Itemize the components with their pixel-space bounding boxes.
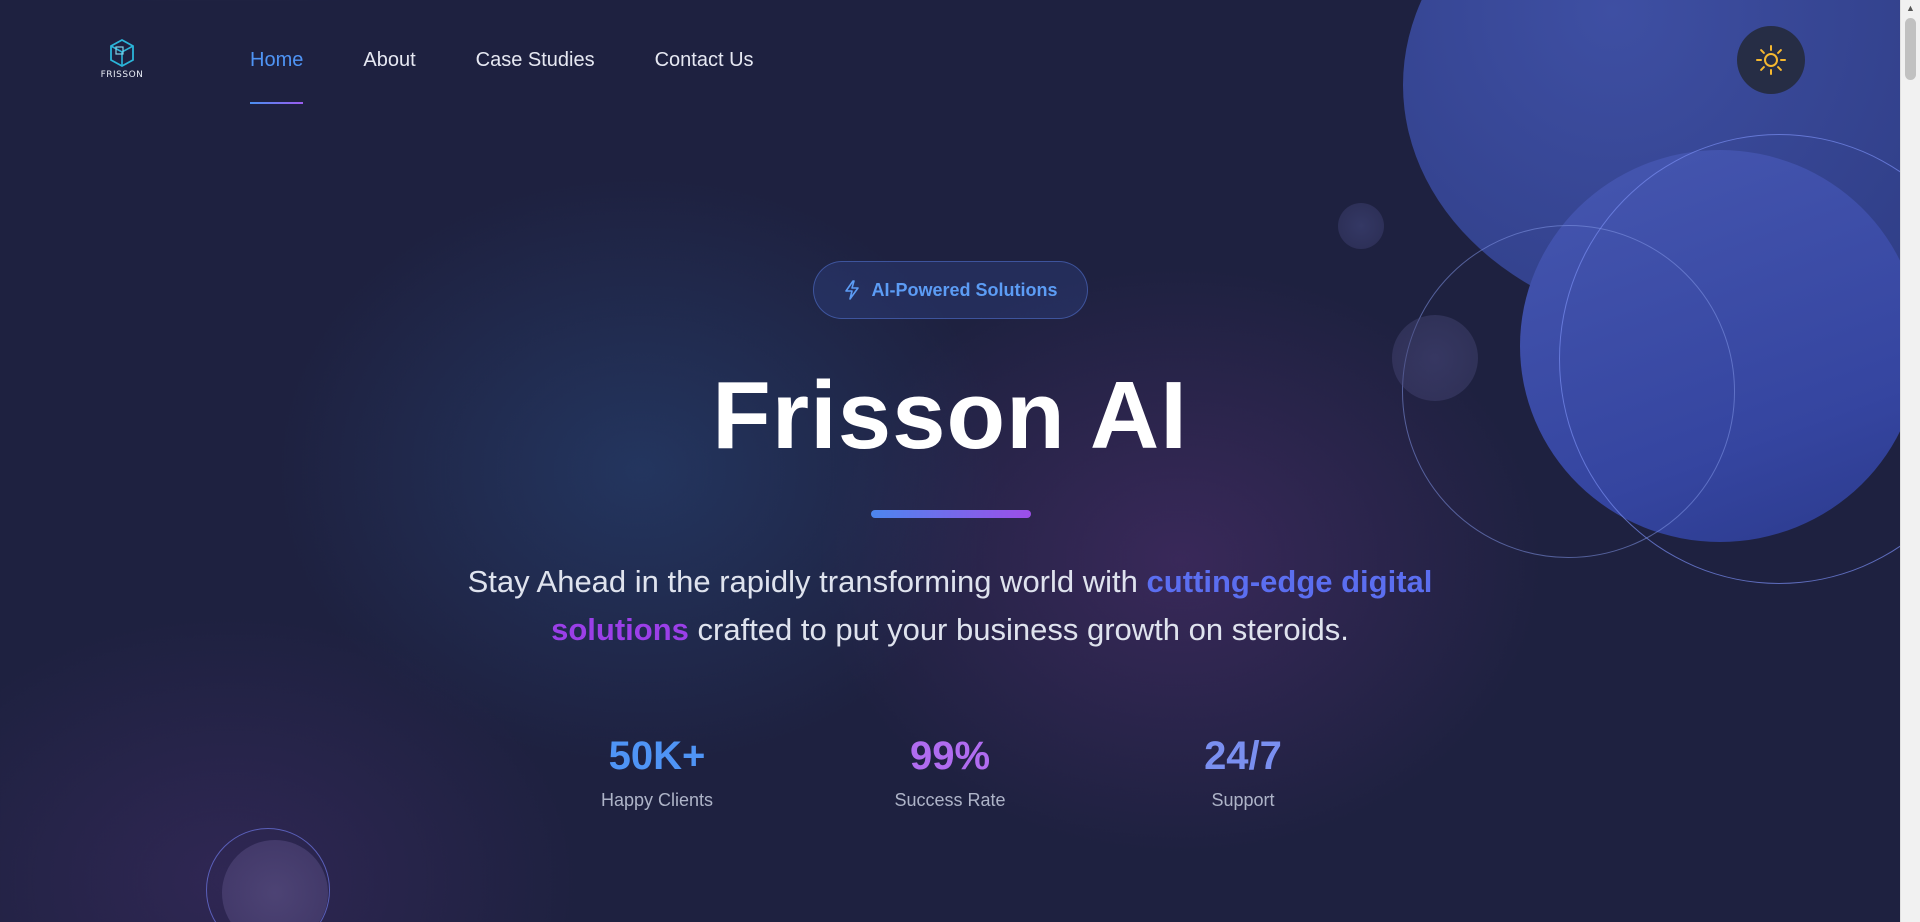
stat-label: Happy Clients bbox=[600, 790, 714, 810]
main-nav: Home About Case Studies Contact Us bbox=[250, 46, 814, 106]
title-underline bbox=[871, 510, 1031, 518]
stat-happy-clients: 50K+ Happy Clients bbox=[557, 730, 757, 811]
stat-label: Support bbox=[1211, 790, 1275, 810]
decorative-orb-large bbox=[1403, 0, 1920, 330]
subtitle-highlight-end: solutions bbox=[551, 612, 689, 647]
brand-name: FRISSON bbox=[100, 70, 144, 80]
scrollbar-thumb[interactable] bbox=[1905, 18, 1916, 80]
frisson-cube-logo-icon bbox=[110, 38, 134, 68]
stat-value: 50K+ bbox=[608, 734, 706, 778]
brand-logo[interactable]: FRISSON bbox=[96, 38, 148, 84]
decorative-ring-bottom bbox=[206, 828, 330, 922]
scroll-up-arrow-icon[interactable]: ▲ bbox=[1901, 0, 1920, 17]
sun-icon bbox=[1756, 45, 1786, 75]
decorative-bubble-small bbox=[1338, 203, 1384, 249]
lightning-icon bbox=[845, 280, 860, 300]
badge-label: AI-Powered Solutions bbox=[871, 279, 1058, 300]
subtitle-text-end: crafted to put your business growth on s… bbox=[697, 612, 1349, 647]
nav-item-case-studies[interactable]: Case Studies bbox=[476, 46, 595, 106]
subtitle-text-start: Stay Ahead in the rapidly transforming w… bbox=[467, 564, 1138, 599]
decorative-bubble-bottom bbox=[222, 840, 328, 922]
hero-subtitle: Stay Ahead in the rapidly transforming w… bbox=[430, 558, 1470, 654]
stat-support: 24/7 Support bbox=[1143, 730, 1343, 811]
stat-value: 24/7 bbox=[1204, 734, 1282, 778]
stat-value: 99% bbox=[909, 734, 991, 778]
ai-solutions-badge: AI-Powered Solutions bbox=[813, 261, 1088, 319]
stat-success-rate: 99% Success Rate bbox=[850, 730, 1050, 811]
nav-item-contact-us[interactable]: Contact Us bbox=[655, 46, 754, 106]
stat-label: Success Rate bbox=[894, 790, 1006, 810]
decorative-orb-medium bbox=[1520, 150, 1920, 542]
hero-title: Frisson AI bbox=[712, 362, 1188, 469]
subtitle-highlight: cutting-edge digital bbox=[1146, 564, 1433, 599]
nav-item-about[interactable]: About bbox=[363, 46, 415, 106]
nav-item-home[interactable]: Home bbox=[250, 46, 304, 106]
page-scrollbar[interactable]: ▲ bbox=[1900, 0, 1920, 922]
theme-toggle-button[interactable] bbox=[1737, 26, 1805, 94]
